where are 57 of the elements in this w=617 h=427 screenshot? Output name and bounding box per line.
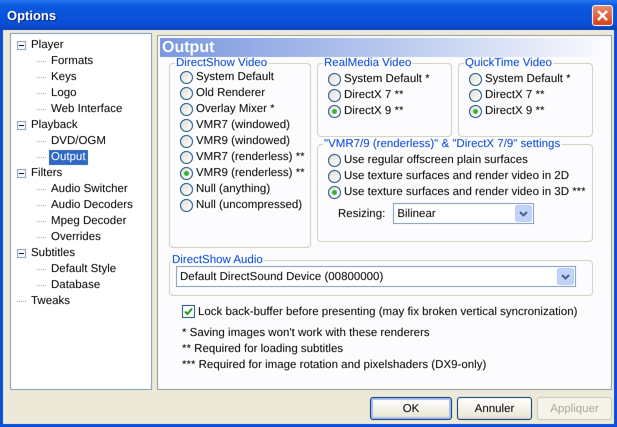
radio-option[interactable]: VMR7 (renderless) ** — [180, 149, 306, 165]
radio-option[interactable]: VMR9 (windowed) — [180, 133, 306, 149]
footnote: *** Required for image rotation and pixelshaders (DX9-only) — [182, 358, 488, 373]
tree-item[interactable]: Logo — [49, 86, 79, 100]
radio-option[interactable]: System Default * — [469, 71, 588, 87]
resizing-label: Resizing: — [338, 208, 386, 220]
collapse-icon[interactable] — [17, 248, 26, 258]
tree-item[interactable]: Playback — [29, 118, 80, 132]
radio-option[interactable]: Use texture surfaces and render video in 3D *** — [328, 184, 588, 200]
radio-option[interactable]: VMR7 (windowed) — [180, 117, 306, 133]
tree-item[interactable]: DVD/OGM — [49, 134, 108, 148]
radio-option[interactable]: System Default * — [328, 71, 447, 87]
tree-item[interactable]: Keys — [49, 70, 79, 84]
collapse-icon[interactable] — [17, 168, 26, 178]
group-title: "VMR7/9 (renderless)" & "DirectX 7/9" settings — [323, 138, 562, 150]
tree-item[interactable]: Overrides — [49, 230, 103, 244]
tree-item[interactable]: Output — [49, 150, 88, 164]
group-title: QuickTime Video — [464, 57, 553, 69]
dialog-button[interactable]: Annuler — [457, 397, 532, 420]
tree-item[interactable]: Filters — [29, 166, 64, 180]
tree-item[interactable]: Subtitles — [29, 246, 78, 260]
dialog-button[interactable]: OK — [370, 397, 452, 420]
footnote: ** Required for loading subtitles — [182, 342, 344, 357]
window-title: Options — [7, 8, 56, 22]
resizing-dropdown[interactable]: Bilinear — [393, 203, 534, 224]
radio-option[interactable]: VMR9 (renderless) ** — [180, 165, 306, 181]
collapse-icon[interactable] — [17, 120, 26, 130]
footnote: * Saving images won't work with these renderers — [182, 326, 431, 341]
group-title: DirectShow Video — [175, 57, 268, 69]
radio-option[interactable]: DirectX 9 ** — [328, 103, 447, 119]
close-button[interactable] — [592, 4, 613, 26]
radio-option[interactable]: Use regular offscreen plain surfaces — [328, 152, 588, 168]
tree-item[interactable]: Player — [29, 38, 66, 52]
tree-item[interactable]: Web Interface — [49, 102, 124, 116]
tree-item[interactable]: Mpeg Decoder — [49, 214, 128, 228]
collapse-icon[interactable] — [17, 40, 26, 50]
tree-item[interactable]: Formats — [49, 54, 96, 68]
checkmark-icon — [183, 306, 194, 317]
group-title: RealMedia Video — [323, 57, 412, 69]
audio-device-dropdown[interactable]: Default DirectSound Device (00800000) — [176, 266, 576, 287]
tree-item[interactable]: Database — [49, 278, 102, 292]
radio-option[interactable]: Old Renderer — [180, 85, 306, 101]
radio-option[interactable]: DirectX 7 ** — [469, 87, 588, 103]
tree-item[interactable]: Audio Decoders — [49, 198, 135, 212]
tree-item[interactable]: Default Style — [49, 262, 118, 276]
radio-option[interactable]: Null (uncompressed) — [180, 197, 306, 213]
radio-option[interactable]: DirectX 9 ** — [469, 103, 588, 119]
group-title: DirectShow Audio — [171, 254, 264, 266]
radio-option[interactable]: System Default — [180, 69, 306, 85]
radio-option[interactable]: Overlay Mixer * — [180, 101, 306, 117]
close-icon — [596, 8, 609, 22]
lock-backbuffer-checkbox[interactable]: Lock back-buffer before presenting (may fix broken vertical syncronization) — [182, 305, 609, 318]
tree-item[interactable]: Tweaks — [29, 294, 72, 308]
radio-option[interactable]: Use texture surfaces and render video in 2D — [328, 168, 588, 184]
tree-item[interactable]: Audio Switcher — [49, 182, 130, 196]
radio-option[interactable]: DirectX 7 ** — [328, 87, 447, 103]
radio-option[interactable]: Null (anything) — [180, 181, 306, 197]
